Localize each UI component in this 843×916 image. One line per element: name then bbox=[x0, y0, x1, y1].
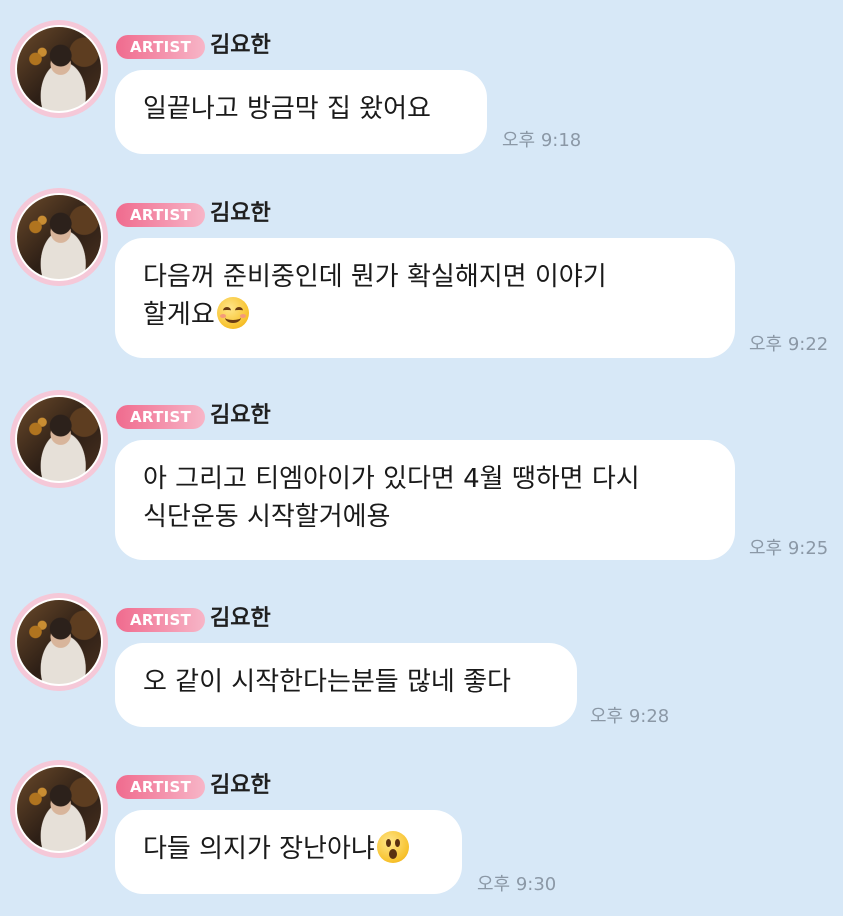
profile-photo bbox=[15, 25, 103, 113]
avatar[interactable] bbox=[10, 760, 108, 858]
message-text: 다들 의지가 장난아냐 bbox=[143, 834, 375, 864]
message-time: 오후 9:22 bbox=[749, 334, 829, 355]
smiling-face-emoji bbox=[216, 297, 249, 329]
avatar[interactable] bbox=[10, 390, 108, 488]
artist-badge: ARTIST bbox=[116, 203, 206, 227]
profile-photo bbox=[15, 765, 103, 853]
astonished-face-emoji bbox=[376, 831, 409, 863]
message-time: 오후 9:30 bbox=[477, 874, 557, 895]
message-bubble[interactable]: 일끝나고 방금막 집 왔어요 bbox=[115, 70, 487, 154]
artist-badge: ARTIST bbox=[116, 775, 206, 799]
avatar[interactable] bbox=[10, 593, 108, 691]
message-time: 오후 9:25 bbox=[749, 538, 829, 559]
message-text-line: 아 그리고 티엠아이가 있다면 4월 땡하면 다시 bbox=[143, 464, 640, 494]
artist-badge: ARTIST bbox=[116, 405, 206, 429]
profile-photo bbox=[15, 598, 103, 686]
sender-name[interactable]: 김요한 bbox=[210, 32, 271, 60]
message-bubble[interactable]: 아 그리고 티엠아이가 있다면 4월 땡하면 다시 식단운동 시작할거에용 bbox=[115, 440, 735, 560]
message-bubble[interactable]: 다음꺼 준비중인데 뭔가 확실해지면 이야기 할게요 bbox=[115, 238, 735, 358]
profile-photo bbox=[15, 193, 103, 281]
message-text: 오 같이 시작한다는분들 많네 좋다 bbox=[143, 667, 511, 697]
avatar[interactable] bbox=[10, 188, 108, 286]
artist-badge: ARTIST bbox=[116, 608, 206, 632]
chat-thread: ARTIST 김요한 일끝나고 방금막 집 왔어요 오후 9:18 ARTIST… bbox=[0, 0, 843, 916]
message-text-line: 식단운동 시작할거에용 bbox=[143, 502, 391, 532]
sender-name[interactable]: 김요한 bbox=[210, 772, 271, 800]
message-bubble[interactable]: 다들 의지가 장난아냐 bbox=[115, 810, 462, 894]
message-time: 오후 9:18 bbox=[502, 130, 582, 151]
message-text: 일끝나고 방금막 집 왔어요 bbox=[143, 94, 431, 124]
message-text-line: 다음꺼 준비중인데 뭔가 확실해지면 이야기 bbox=[143, 262, 607, 292]
sender-name[interactable]: 김요한 bbox=[210, 605, 271, 633]
message-text-line: 할게요 bbox=[143, 300, 215, 330]
avatar[interactable] bbox=[10, 20, 108, 118]
sender-name[interactable]: 김요한 bbox=[210, 200, 271, 228]
artist-badge: ARTIST bbox=[116, 35, 206, 59]
message-bubble[interactable]: 오 같이 시작한다는분들 많네 좋다 bbox=[115, 643, 577, 727]
message-time: 오후 9:28 bbox=[590, 706, 670, 727]
sender-name[interactable]: 김요한 bbox=[210, 402, 271, 430]
profile-photo bbox=[15, 395, 103, 483]
